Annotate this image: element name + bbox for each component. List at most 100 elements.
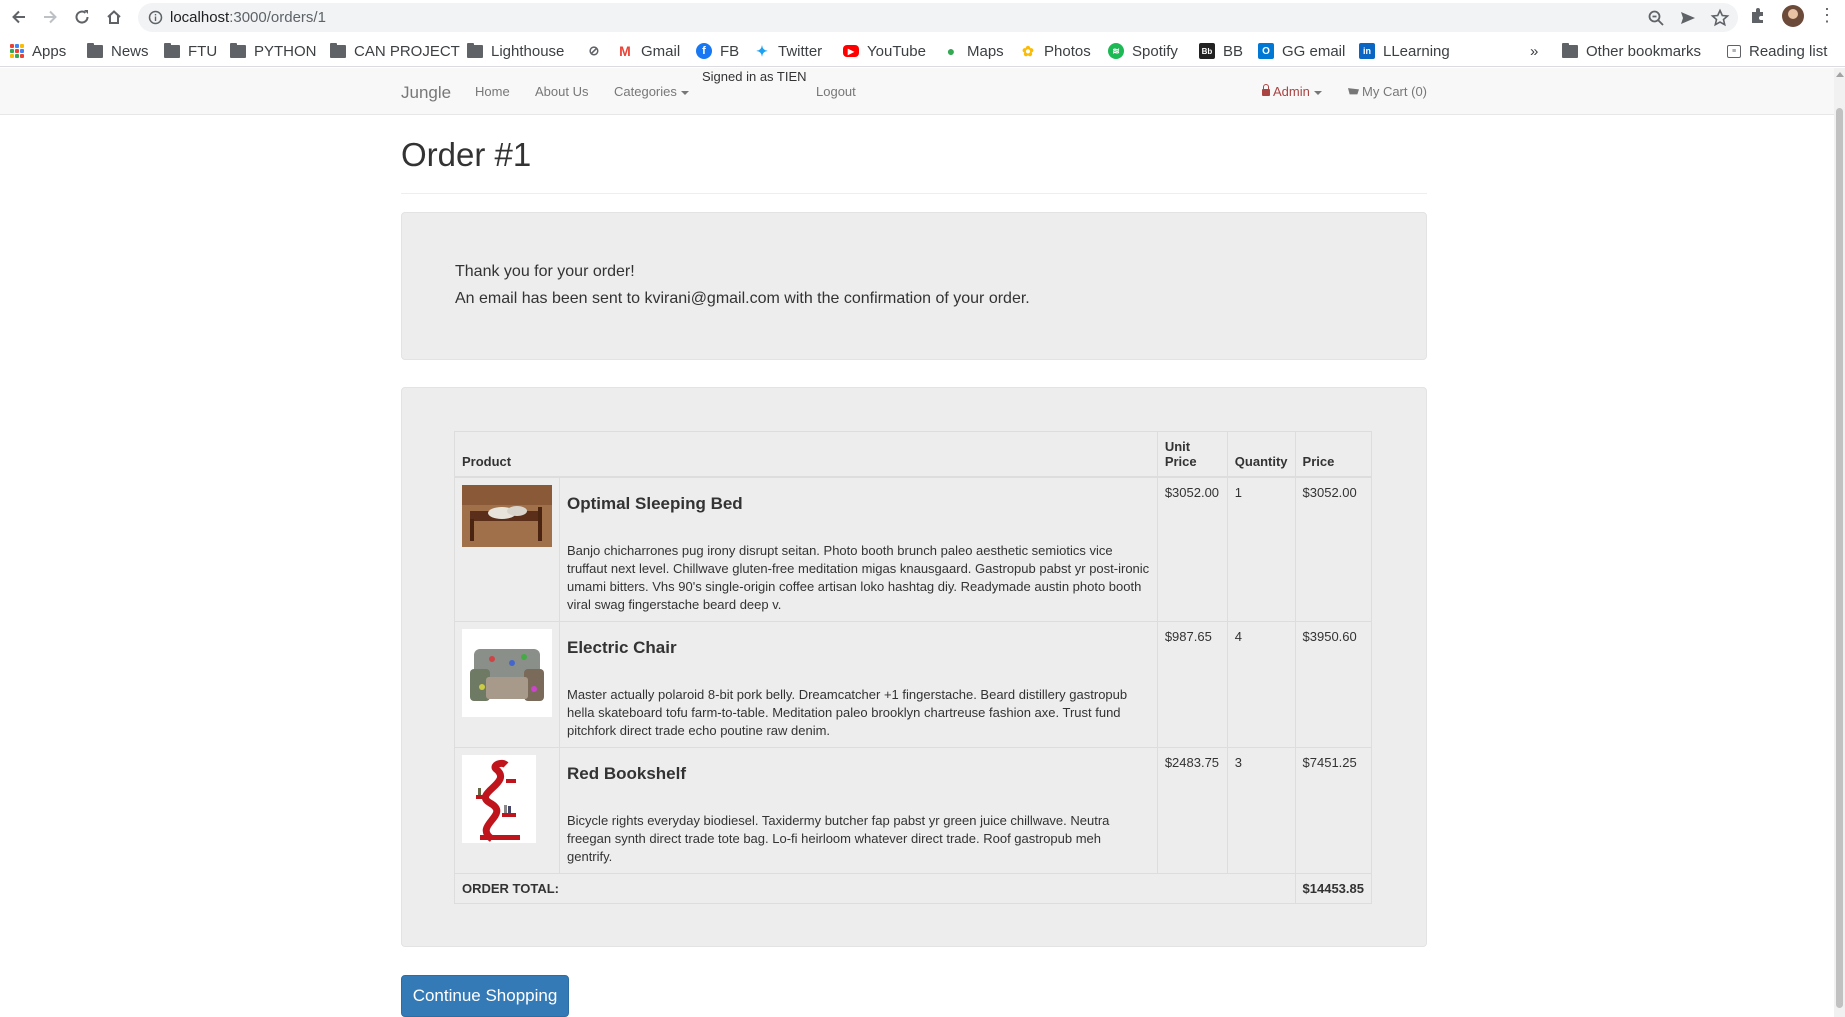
price-cell: $3052.00 <box>1294 476 1373 622</box>
nav-about[interactable]: About Us <box>535 84 588 99</box>
url-host: localhost <box>170 9 230 26</box>
bookmark-label: Spotify <box>1132 42 1178 60</box>
bookmark-photos[interactable]: ✿ Photos <box>1020 40 1091 62</box>
page-title: Order #1 <box>401 136 532 173</box>
product-name: Red Bookshelf <box>567 764 687 783</box>
bookmark-youtube[interactable]: ▶ YouTube <box>843 40 926 62</box>
bookmark-label: Photos <box>1044 42 1091 60</box>
reload-button[interactable] <box>69 4 95 30</box>
table-row: Red Bookshelf Bicycle rights everyday bi… <box>454 747 1373 874</box>
folder-icon <box>87 42 103 58</box>
zoom-icon[interactable] <box>1646 8 1666 28</box>
bookmark-apps[interactable]: Apps <box>10 40 66 62</box>
nav-home[interactable]: Home <box>475 84 510 99</box>
back-button[interactable] <box>6 4 32 30</box>
reading-list-icon: ≡ <box>1727 44 1741 58</box>
price-cell: $3950.60 <box>1294 621 1373 748</box>
shopping-cart-icon <box>1348 88 1359 95</box>
home-button[interactable] <box>101 4 127 30</box>
caret-down-icon <box>680 90 689 95</box>
continue-shopping-button[interactable]: Continue Shopping <box>401 975 569 1017</box>
forward-arrow-icon <box>44 10 57 24</box>
forward-button[interactable] <box>37 4 63 30</box>
brand-link[interactable]: Jungle <box>401 83 451 103</box>
nav-admin[interactable]: Admin <box>1262 84 1322 99</box>
bookmark-twitter[interactable]: ✦ Twitter <box>754 40 822 62</box>
bookmark-gmail[interactable]: M Gmail <box>617 40 680 62</box>
bookmark-label: Apps <box>32 42 67 60</box>
send-icon[interactable] <box>1678 8 1698 28</box>
product-image-cell <box>454 747 560 874</box>
bookmark-news[interactable]: News <box>87 40 149 62</box>
menu-icon[interactable]: ⋮ <box>1818 6 1836 26</box>
bookmark-label: FTU <box>188 42 218 60</box>
product-description: Master actually polaroid 8-bit pork bell… <box>567 687 1128 738</box>
extensions-icon[interactable] <box>1748 6 1768 26</box>
photos-icon: ✿ <box>1022 42 1034 59</box>
reload-icon <box>75 10 89 24</box>
bookmark-python[interactable]: PYTHON <box>230 40 317 62</box>
bookmark-spotify[interactable]: ≋ Spotify <box>1108 40 1178 62</box>
lock-icon <box>1262 84 1270 96</box>
profile-avatar[interactable] <box>1782 5 1804 27</box>
product-image-cell <box>454 476 560 622</box>
maps-icon: ● <box>946 43 956 59</box>
title-divider <box>401 193 1427 194</box>
other-bookmarks[interactable]: Other bookmarks <box>1562 40 1701 62</box>
nav-logout[interactable]: Logout <box>816 84 856 99</box>
bookmark-label: PYTHON <box>254 42 317 60</box>
table-header-row: Product Unit Price Quantity Price <box>454 431 1373 478</box>
facebook-icon: f <box>696 43 712 59</box>
thanks-message: Thank you for your order! <box>455 263 635 280</box>
header-price: Price <box>1294 431 1373 478</box>
folder-icon <box>467 42 483 58</box>
nav-cart-label: My Cart (0) <box>1362 84 1427 99</box>
nav-categories[interactable]: Categories <box>614 84 689 99</box>
bookmark-can-project[interactable]: CAN PROJECT <box>330 40 460 62</box>
table-row: Electric Chair Master actually polaroid … <box>454 621 1373 748</box>
bookmark-link[interactable]: ⊘ <box>586 40 610 62</box>
bookmark-ftu[interactable]: FTU <box>164 40 217 62</box>
caret-down-icon <box>1313 90 1322 95</box>
bookmark-star-icon[interactable] <box>1710 8 1730 28</box>
bookmark-gg-email[interactable]: O GG email <box>1258 40 1345 62</box>
page-scrollbar[interactable] <box>1834 68 1845 1017</box>
nav-cart[interactable]: My Cart (0) <box>1348 84 1427 99</box>
bookmark-label: Other bookmarks <box>1586 42 1702 60</box>
site-navbar: Jungle Home About Us Categories Signed i… <box>0 68 1834 115</box>
url-text[interactable]: localhost:3000/orders/1 <box>170 9 326 26</box>
quantity-cell: 3 <box>1226 747 1296 874</box>
product-details-cell: Red Bookshelf Bicycle rights everyday bi… <box>559 747 1158 874</box>
order-total-label: ORDER TOTAL: <box>454 873 1296 904</box>
reading-list[interactable]: ≡ Reading list <box>1727 40 1827 62</box>
info-icon[interactable] <box>148 10 163 25</box>
product-details-cell: Optimal Sleeping Bed Banjo chicharrones … <box>559 476 1158 622</box>
nav-categories-label: Categories <box>614 84 677 99</box>
header-product: Product <box>454 431 1158 478</box>
product-description: Banjo chicharrones pug irony disrupt sei… <box>567 543 1150 612</box>
bookmark-bb[interactable]: Bb BB <box>1199 40 1243 62</box>
quantity-cell: 1 <box>1226 476 1296 622</box>
folder-icon <box>1562 42 1578 58</box>
order-total-value: $14453.85 <box>1294 873 1373 904</box>
twitter-icon: ✦ <box>756 42 768 59</box>
address-bar[interactable]: localhost:3000/orders/1 <box>138 3 1738 32</box>
bookmark-label: GG email <box>1282 42 1346 60</box>
bookmark-label: Maps <box>967 42 1004 60</box>
bookmark-label: Reading list <box>1749 42 1828 60</box>
bookmark-fb[interactable]: f FB <box>696 40 739 62</box>
bookmark-label: Twitter <box>778 42 823 60</box>
bookmark-lighthouse[interactable]: Lighthouse <box>467 40 564 62</box>
scroll-up-arrow-icon[interactable] <box>1836 72 1844 77</box>
bookmark-llearning[interactable]: in LLearning <box>1359 40 1450 62</box>
apps-grid-icon <box>10 44 24 58</box>
bookmark-maps[interactable]: ● Maps <box>943 40 1004 62</box>
folder-icon <box>330 42 346 58</box>
bookmark-label: Gmail <box>641 42 681 60</box>
spotify-icon: ≋ <box>1108 43 1124 59</box>
product-name: Electric Chair <box>567 638 677 657</box>
more-bookmarks-button[interactable]: » <box>1530 40 1538 62</box>
bookmark-label: BB <box>1223 42 1244 60</box>
scroll-thumb[interactable] <box>1836 108 1843 1008</box>
linkedin-icon: in <box>1359 43 1375 59</box>
